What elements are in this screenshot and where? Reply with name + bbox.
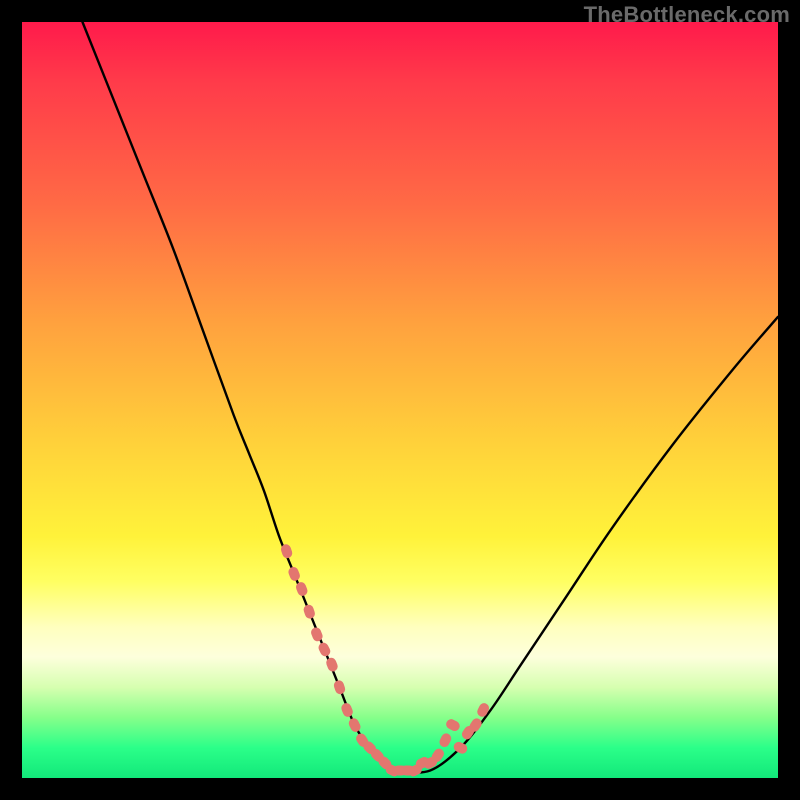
- marker-dot: [347, 717, 362, 734]
- chart-svg: [22, 22, 778, 778]
- marker-dot: [438, 732, 453, 749]
- bottleneck-curve: [82, 22, 778, 772]
- chart-plot-area: [22, 22, 778, 778]
- marker-dot: [340, 702, 354, 719]
- marker-dot: [317, 641, 332, 658]
- marker-dot: [333, 679, 347, 695]
- chart-frame: TheBottleneck.com: [0, 0, 800, 800]
- marker-dot: [302, 603, 316, 619]
- marker-dot: [287, 566, 301, 583]
- marker-cluster: [280, 543, 491, 778]
- marker-dot: [444, 717, 461, 732]
- watermark-text: TheBottleneck.com: [584, 2, 790, 28]
- marker-dot: [476, 701, 491, 718]
